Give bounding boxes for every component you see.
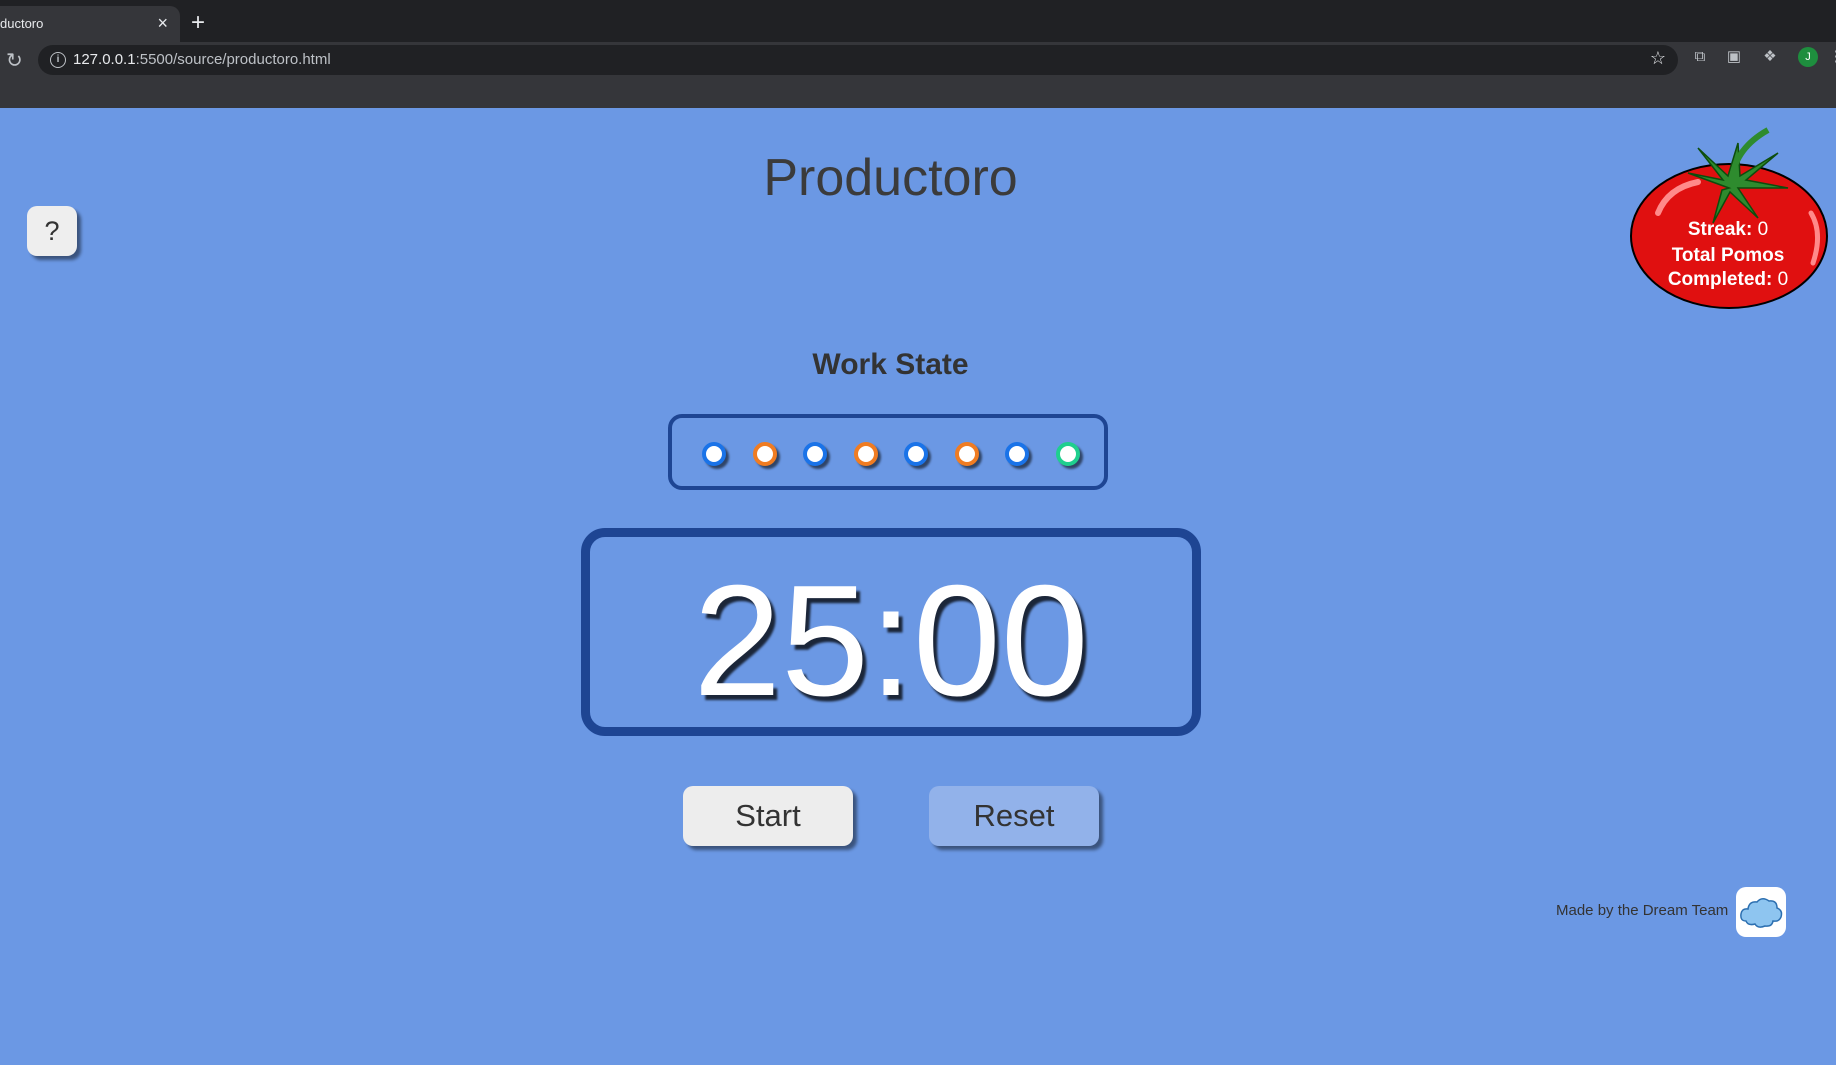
tab-close-icon[interactable]: × [157,13,168,34]
dream-team-logo [1736,887,1786,937]
page-title: Productoro [763,149,1018,207]
state-label: Work State [812,348,969,381]
notion-icon[interactable]: ▣ [1724,47,1744,67]
menu-icon[interactable]: ⋮ [1826,47,1836,67]
total-row: Completed: 0 [1628,268,1828,292]
total-label: Completed: [1667,269,1773,290]
streak-value: 0 [1757,219,1769,240]
reload-icon[interactable]: ↻ [6,48,23,73]
url-text: 127.0.0.1:5500/source/productoro.html [73,51,331,68]
browser-tab[interactable]: ductoro × [0,6,180,42]
session-dot-work [702,442,726,466]
extension-icon[interactable]: ⧉ [1690,47,1710,67]
session-dot-short-break [752,442,777,466]
profile-avatar[interactable]: J [1798,47,1818,67]
puzzle-icon[interactable]: ❖ [1760,47,1780,67]
session-dot-work [904,442,928,466]
tomato-stats: Streak: 0 Total Pomos Completed: 0 [1628,218,1828,292]
session-progress [668,414,1108,490]
streak-row: Streak: 0 [1628,218,1828,242]
tab-title: ductoro [0,16,44,31]
address-bar[interactable]: i 127.0.0.1:5500/source/productoro.html … [38,45,1678,75]
session-dot-work [1005,442,1029,466]
start-button[interactable]: Start [683,786,853,846]
cloud-icon [1740,898,1783,928]
browser-tabstrip: ductoro × + [0,0,1836,42]
session-dot-short-break [954,442,979,466]
credit-text: Made by the Dream Team [1556,902,1729,919]
session-dot-short-break [853,442,878,466]
reset-button[interactable]: Reset [929,786,1099,846]
total-value: 0 [1777,269,1789,290]
browser-toolbar: ↻ i 127.0.0.1:5500/source/productoro.htm… [0,42,1836,139]
streak-label: Streak: [1687,219,1753,240]
total-label-line1: Total Pomos [1671,245,1785,266]
session-dot-work [803,442,827,466]
timer-display: 25:00 [693,553,1089,729]
session-dot-long-break [1055,442,1080,466]
page: ? Productoro Work State 25:00 Start Rese… [0,108,1836,1065]
timer-box: 25:00 [581,528,1201,736]
help-button[interactable]: ? [27,206,77,256]
site-info-icon[interactable]: i [50,52,66,68]
new-tab-button[interactable]: + [191,9,205,37]
bookmark-star-icon[interactable]: ☆ [1650,48,1666,69]
